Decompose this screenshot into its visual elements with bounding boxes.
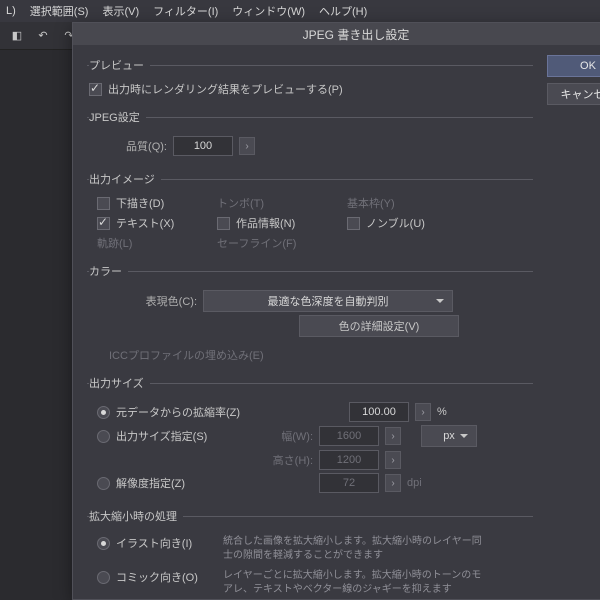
group-legend: 出力イメージ: [89, 171, 161, 187]
stepper-button: ›: [385, 451, 401, 469]
expr-color-dropdown[interactable]: 最適な色深度を自動判別: [203, 290, 453, 312]
group-legend: JPEG設定: [89, 109, 146, 125]
stepper-button[interactable]: ›: [415, 403, 431, 421]
ratio-input[interactable]: [349, 402, 409, 422]
menu-item[interactable]: 表示(V): [102, 3, 139, 19]
group-legend: プレビュー: [89, 57, 150, 73]
radio-icon: [97, 477, 110, 490]
stepper-button[interactable]: ›: [239, 137, 255, 155]
icc-check: ICCプロファイルの埋め込み(E): [89, 347, 531, 363]
text-check[interactable]: テキスト(X): [97, 215, 217, 231]
radio-icon: [97, 571, 110, 584]
dialog-title: JPEG 書き出し設定: [303, 26, 410, 43]
cancel-button[interactable]: キャンセル: [547, 83, 600, 105]
draft-check[interactable]: 下描き(D): [97, 195, 217, 211]
illust-radio[interactable]: イラスト向き(I): [97, 535, 217, 551]
meta-check[interactable]: 作品情報(N): [217, 215, 347, 231]
checkbox-icon: [347, 217, 360, 230]
menu-item[interactable]: L): [6, 5, 16, 17]
radio-icon: [97, 430, 110, 443]
jpeg-group: JPEG設定 品質(Q): ›: [87, 109, 533, 161]
checkbox-icon: [217, 217, 230, 230]
width-label: 幅(W):: [253, 428, 313, 444]
nombre-check[interactable]: ノンブル(U): [347, 215, 477, 231]
output-size-group: 出力サイズ 元データからの拡縮率(Z) › % 出力サイズ指定(S) 幅(W):…: [87, 375, 533, 498]
menubar: L) 選択範囲(S) 表示(V) フィルター(I) ウィンドウ(W) ヘルプ(H…: [0, 0, 600, 22]
output-image-group: 出力イメージ 下描き(D) トンボ(T) 基本枠(Y) テキスト(X) 作品情報…: [87, 171, 533, 253]
preview-render-check[interactable]: 出力時にレンダリング結果をプレビューする(P): [89, 81, 531, 97]
jpeg-export-dialog: JPEG 書き出し設定 × プレビュー 出力時にレンダリング結果をプレビューする…: [72, 22, 600, 600]
group-legend: 出力サイズ: [89, 375, 150, 391]
group-legend: カラー: [89, 263, 128, 279]
checkbox-icon: [89, 83, 102, 96]
expr-color-label: 表現色(C):: [117, 293, 197, 309]
checkbox-icon: [97, 197, 110, 210]
checkbox-icon: [97, 217, 110, 230]
menu-item[interactable]: フィルター(I): [153, 3, 218, 19]
tool-icon[interactable]: ◧: [8, 27, 26, 45]
safe-check: セーフライン(F): [217, 235, 347, 251]
menu-item[interactable]: ヘルプ(H): [319, 3, 367, 19]
unit-dropdown[interactable]: px: [421, 425, 477, 447]
radio-icon: [97, 537, 110, 550]
stepper-button: ›: [385, 427, 401, 445]
size-radio[interactable]: 出力サイズ指定(S): [97, 428, 247, 444]
illust-desc: 統合した画像を拡大縮小します。拡大縮小時のレイヤー同士の隙間を軽減することができ…: [223, 535, 483, 563]
unit-label: %: [437, 406, 447, 418]
base-check: 基本枠(Y): [347, 195, 477, 211]
color-detail-button[interactable]: 色の詳細設定(V): [299, 315, 459, 337]
color-group: カラー 表現色(C): 最適な色深度を自動判別 色の詳細設定(V) ICCプロフ…: [87, 263, 533, 365]
quality-label: 品質(Q):: [117, 138, 167, 154]
ok-button[interactable]: OK: [547, 55, 600, 77]
titlebar: JPEG 書き出し設定 ×: [73, 23, 600, 45]
height-input: [319, 450, 379, 470]
track-check: 軌跡(L): [97, 235, 217, 251]
crop-check: トンボ(T): [217, 195, 347, 211]
dpi-radio[interactable]: 解像度指定(Z): [97, 475, 247, 491]
width-input: [319, 426, 379, 446]
comic-radio[interactable]: コミック向き(O): [97, 569, 217, 585]
dpi-unit: dpi: [407, 477, 422, 489]
menu-item[interactable]: 選択範囲(S): [30, 3, 89, 19]
ratio-radio[interactable]: 元データからの拡縮率(Z): [97, 404, 287, 420]
height-label: 高さ(H):: [253, 452, 313, 468]
scaling-group: 拡大縮小時の処理 イラスト向き(I) 統合した画像を拡大縮小します。拡大縮小時の…: [87, 508, 533, 599]
quality-input[interactable]: [173, 136, 233, 156]
comic-desc: レイヤーごとに拡大縮小します。拡大縮小時のトーンのモアレ、テキストやベクター線の…: [223, 569, 483, 597]
preview-group: プレビュー 出力時にレンダリング結果をプレビューする(P): [87, 57, 533, 99]
dpi-input: [319, 473, 379, 493]
stepper-button: ›: [385, 474, 401, 492]
group-legend: 拡大縮小時の処理: [89, 508, 183, 524]
radio-icon: [97, 406, 110, 419]
menu-item[interactable]: ウィンドウ(W): [232, 3, 305, 19]
undo-icon[interactable]: ↶: [34, 27, 52, 45]
